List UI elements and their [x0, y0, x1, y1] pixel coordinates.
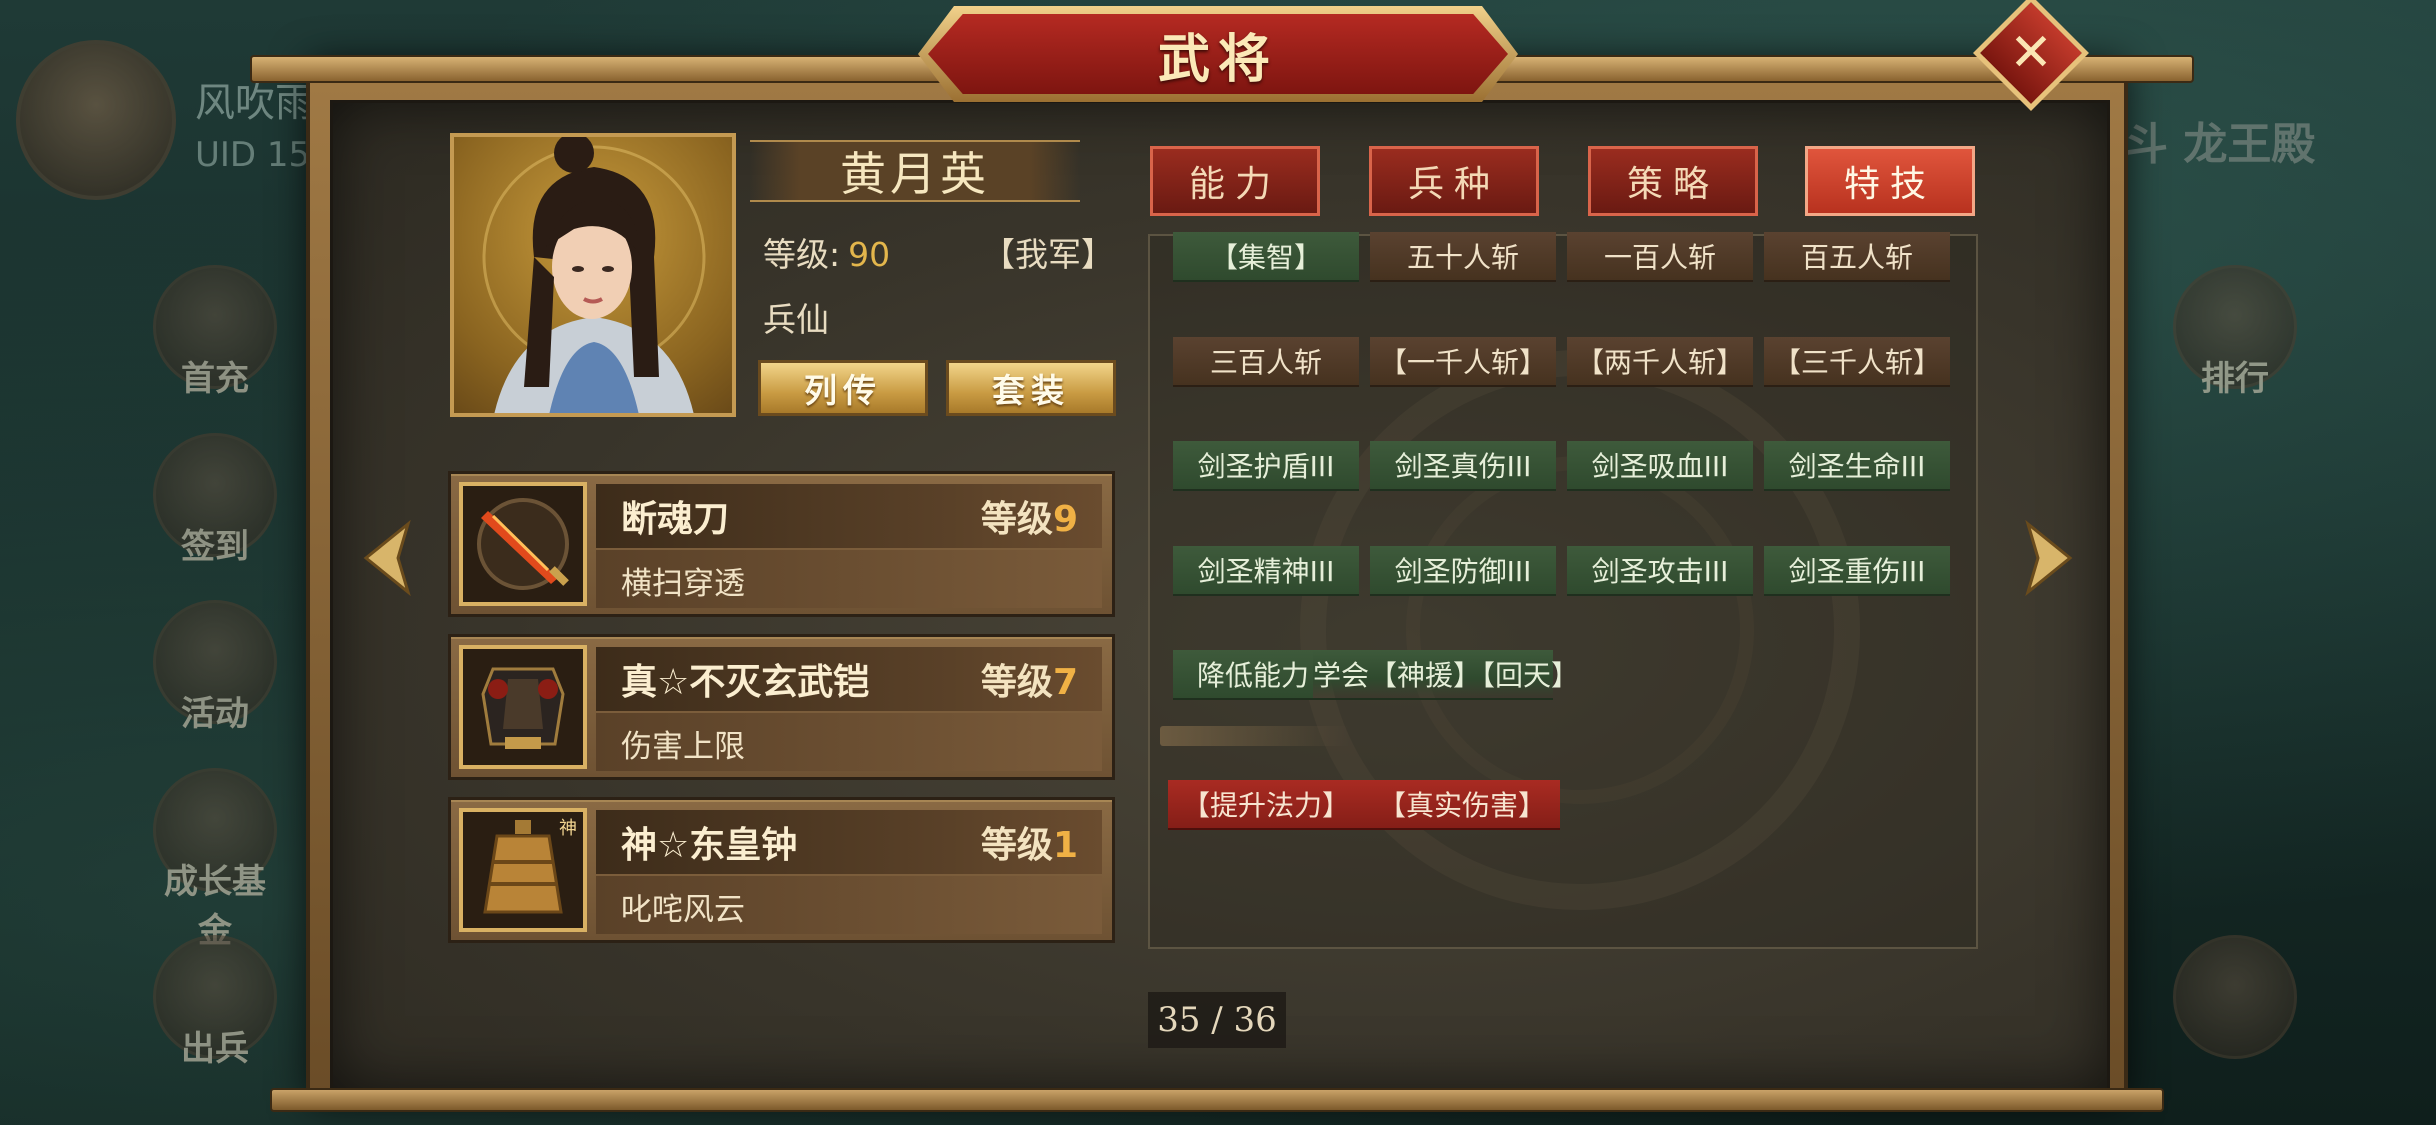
tab-strategy[interactable]: 策略: [1588, 146, 1758, 216]
equipment-level: 等级1: [980, 825, 1078, 866]
equipment-level: 等级7: [980, 662, 1078, 703]
equipment-name: 断魂刀: [621, 499, 730, 540]
equipment-name: 神☆东皇钟: [621, 825, 798, 866]
tab-special-skills[interactable]: 特技: [1805, 146, 1975, 216]
equipment-level: 等级9: [980, 499, 1078, 540]
deploy-button[interactable]: 出兵: [150, 935, 280, 1070]
section-divider: [1160, 726, 1350, 746]
skill-item[interactable]: 一百人斩: [1567, 232, 1753, 282]
general-level: 等级: 90: [763, 228, 890, 276]
faction-tag: 【我军】: [982, 235, 1114, 274]
svg-text:神: 神: [559, 818, 577, 839]
skill-item[interactable]: 【真实伤害】: [1364, 780, 1560, 830]
title-plate: 武将: [928, 14, 1508, 94]
equipment-effect: 叱咤风云: [621, 892, 745, 928]
skill-item[interactable]: 五十人斩: [1370, 232, 1556, 282]
dialog-title: 武将: [1157, 28, 1278, 90]
equipment-name: 真☆不灭玄武铠: [621, 662, 870, 703]
equipment-slot-armor[interactable]: 真☆不灭玄武铠 等级7 伤害上限: [448, 634, 1115, 780]
armor-icon: [459, 645, 587, 769]
saber-icon: [459, 482, 587, 606]
equipment-slot-weapon[interactable]: 断魂刀 等级9 横扫穿透: [448, 471, 1115, 617]
skill-item[interactable]: 剑圣真伤III: [1370, 441, 1556, 491]
portrait-figure: [482, 137, 706, 413]
general-name-plate: 黄月英: [750, 140, 1080, 202]
skill-item[interactable]: 百五人斩: [1764, 232, 1950, 282]
skill-item[interactable]: 剑圣吸血III: [1567, 441, 1753, 491]
sign-in-button[interactable]: 签到: [150, 433, 280, 568]
player-uid: UID 15: [195, 135, 311, 175]
skill-item[interactable]: 剑圣重伤III: [1764, 546, 1950, 596]
next-general-arrow-icon[interactable]: [2018, 519, 2078, 597]
tab-ability[interactable]: 能力: [1150, 146, 1320, 216]
skill-item[interactable]: 剑圣精神III: [1173, 546, 1359, 596]
first-recharge-button[interactable]: 首充: [150, 265, 280, 400]
general-portrait: [450, 133, 736, 417]
biography-button[interactable]: 列传: [758, 360, 928, 416]
general-class: 兵仙: [763, 300, 829, 339]
frame-bottom-rail: [270, 1088, 2164, 1112]
bell-icon: 神: [459, 808, 587, 932]
ranking-button[interactable]: 排行: [2170, 265, 2300, 400]
level-label: 等级:: [763, 235, 841, 274]
general-name: 黄月英: [840, 147, 990, 201]
skill-item[interactable]: 【集智】: [1173, 232, 1359, 282]
prev-general-arrow-icon[interactable]: [358, 519, 418, 597]
skill-item[interactable]: 【两千人斩】: [1567, 337, 1753, 387]
skill-item[interactable]: 【一千人斩】: [1370, 337, 1556, 387]
skill-item[interactable]: 【三千人斩】: [1764, 337, 1950, 387]
tab-troop-type[interactable]: 兵种: [1369, 146, 1539, 216]
skill-item[interactable]: 剑圣生命III: [1764, 441, 1950, 491]
skill-item[interactable]: 【提升法力】: [1168, 780, 1364, 830]
equipment-effect: 伤害上限: [621, 729, 745, 765]
page-indicator: 35 / 36: [1148, 992, 1286, 1048]
skill-item[interactable]: 三百人斩: [1173, 337, 1359, 387]
equipment-effect: 横扫穿透: [621, 566, 745, 602]
menu-button[interactable]: [2170, 935, 2300, 1059]
skill-item[interactable]: 剑圣攻击III: [1567, 546, 1753, 596]
skill-item[interactable]: 学会【神援】【回天】: [1313, 650, 1579, 700]
skill-item[interactable]: 降低能力: [1173, 650, 1313, 700]
skill-item[interactable]: 剑圣防御III: [1370, 546, 1556, 596]
equipment-slot-treasure[interactable]: 神 神☆东皇钟 等级1 叱咤风云: [448, 797, 1115, 943]
level-value: 90: [848, 235, 891, 274]
player-avatar[interactable]: [16, 40, 176, 200]
skill-item[interactable]: 剑圣护盾III: [1173, 441, 1359, 491]
gear-set-button[interactable]: 套装: [946, 360, 1116, 416]
growth-fund-button[interactable]: 成长基金: [150, 768, 280, 952]
events-button[interactable]: 活动: [150, 600, 280, 735]
